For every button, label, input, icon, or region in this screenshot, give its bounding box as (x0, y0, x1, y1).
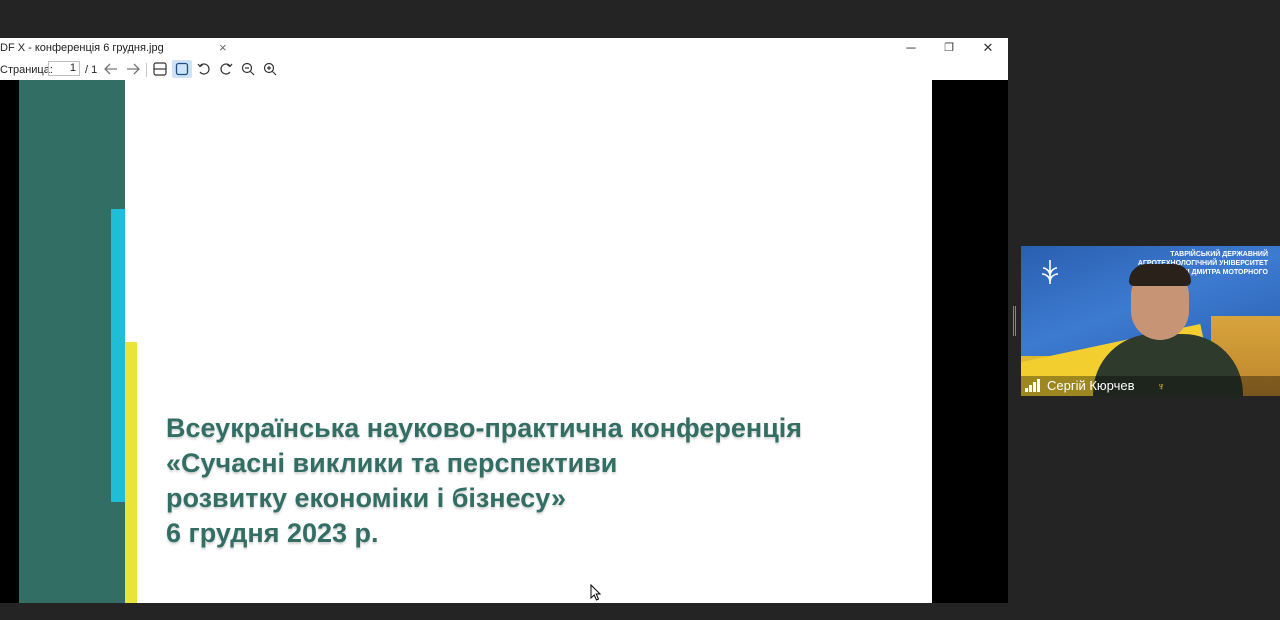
university-name-line-1: ТАВРІЙСЬКИЙ ДЕРЖАВНИЙ (1170, 251, 1268, 258)
slide-left-edge (0, 80, 19, 603)
fit-page-icon[interactable] (172, 60, 192, 78)
page-number-input[interactable]: 1 (48, 61, 80, 76)
zoom-in-icon[interactable] (260, 60, 280, 78)
image-viewer-window: DF X - конференція 6 грудня.jpg × ─ ❐ ✕ … (0, 38, 1008, 603)
window-title: DF X - конференція 6 грудня.jpg (0, 42, 164, 54)
page-label: Страница: (0, 64, 53, 76)
close-button[interactable]: ✕ (968, 38, 1008, 60)
arrow-left-icon[interactable] (101, 60, 121, 78)
slide-yellow-stripe (125, 342, 137, 603)
minimize-button[interactable]: ─ (891, 38, 931, 60)
participant-hair (1129, 264, 1191, 286)
zoom-out-icon[interactable] (238, 60, 258, 78)
conference-date: 6 грудня 2023 р. (166, 518, 379, 548)
maximize-button[interactable]: ❐ (929, 38, 969, 60)
university-logo-icon (1041, 260, 1059, 284)
arrow-right-icon[interactable] (123, 60, 143, 78)
conference-title: Всеукраїнська науково-практична конферен… (166, 411, 906, 551)
viewer-right-margin (932, 80, 1008, 603)
title-bar: DF X - конференція 6 грудня.jpg × ─ ❐ ✕ (0, 38, 1008, 60)
toolbar-divider (146, 63, 147, 77)
fit-width-icon[interactable] (150, 60, 170, 78)
slide-cyan-stripe (111, 209, 125, 502)
conference-title-line-2: «Сучасні виклики та перспективи (166, 448, 618, 478)
conference-title-line-3: розвитку економіки і бізнесу» (166, 483, 566, 513)
tab-close-button[interactable]: × (219, 40, 227, 55)
conference-title-line-1: Всеукраїнська науково-практична конферен… (166, 413, 803, 443)
participant-name: Сергій Кюрчев (1047, 378, 1135, 393)
panel-resize-handle[interactable] (1013, 306, 1016, 336)
participant-name-bar: Сергій Кюрчев ♆ (1021, 376, 1280, 396)
page-total: / 1 (85, 64, 98, 76)
trident-icon: ♆ (1157, 381, 1166, 393)
participant-video-tile[interactable]: ТАВРІЙСЬКИЙ ДЕРЖАВНИЙ АГРОТЕХНОЛОГІЧНИЙ … (1021, 246, 1280, 396)
signal-strength-icon (1025, 379, 1040, 392)
rotate-right-icon[interactable] (216, 60, 236, 78)
rotate-left-icon[interactable] (194, 60, 214, 78)
slide-green-band (19, 80, 125, 603)
mouse-cursor-icon (590, 584, 602, 601)
slide-image: Всеукраїнська науково-практична конферен… (0, 80, 932, 603)
toolbar: Страница: 1 / 1 (0, 60, 1008, 81)
